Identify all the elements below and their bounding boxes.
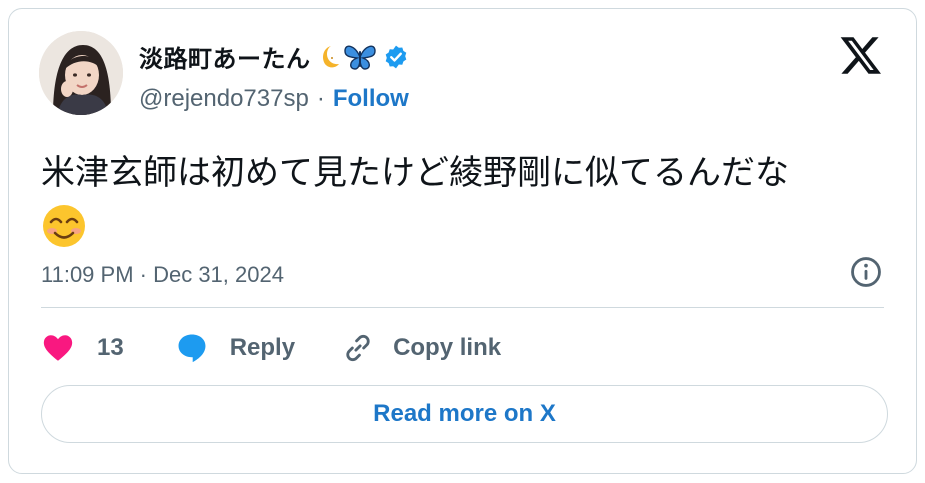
x-logo-icon[interactable] <box>839 33 883 77</box>
name-emojis <box>317 43 377 71</box>
tweet-text: 米津玄師は初めて見たけど綾野剛に似てるんだな <box>41 149 891 249</box>
like-button[interactable]: 13 <box>41 331 124 365</box>
reply-bubble-icon <box>178 334 206 363</box>
tweet-body: 米津玄師は初めて見たけど綾野剛に似てるんだな <box>41 153 789 193</box>
copy-link-label: Copy link <box>393 334 502 361</box>
read-more-label: Read more on X <box>373 400 556 427</box>
copy-link-button[interactable]: Copy link <box>341 331 501 365</box>
avatar-image <box>39 31 123 115</box>
crescent-moon-icon <box>322 45 339 67</box>
info-icon[interactable] <box>849 255 883 289</box>
butterfly-icon <box>343 45 376 70</box>
separator-dot: · <box>316 85 325 112</box>
author-handle[interactable]: @rejendo737sp <box>139 85 309 113</box>
verified-badge-icon <box>385 45 406 68</box>
divider <box>41 307 884 308</box>
reply-button[interactable]: Reply <box>174 331 295 365</box>
author-name-row: 淡路町あーたん <box>139 39 409 74</box>
author-handle-row: @rejendo737sp · Follow <box>139 85 409 113</box>
tweet-timestamp[interactable]: 11:09 PM · Dec 31, 2024 <box>41 262 284 288</box>
heart-icon <box>43 335 73 361</box>
read-more-button[interactable]: Read more on X <box>41 385 888 443</box>
smiling-face-icon <box>43 205 85 247</box>
follow-button[interactable]: Follow <box>333 85 409 113</box>
link-icon <box>346 334 370 362</box>
tweet-card: 淡路町あーたん @rejendo737sp · Follow 米津玄師は初めて見… <box>8 8 917 474</box>
reply-label: Reply <box>229 334 296 361</box>
like-count: 13 <box>97 334 124 361</box>
action-bar: 13 Reply Copy link <box>41 327 501 369</box>
avatar[interactable] <box>39 31 123 115</box>
author-display-name[interactable]: 淡路町あーたん <box>139 39 311 74</box>
